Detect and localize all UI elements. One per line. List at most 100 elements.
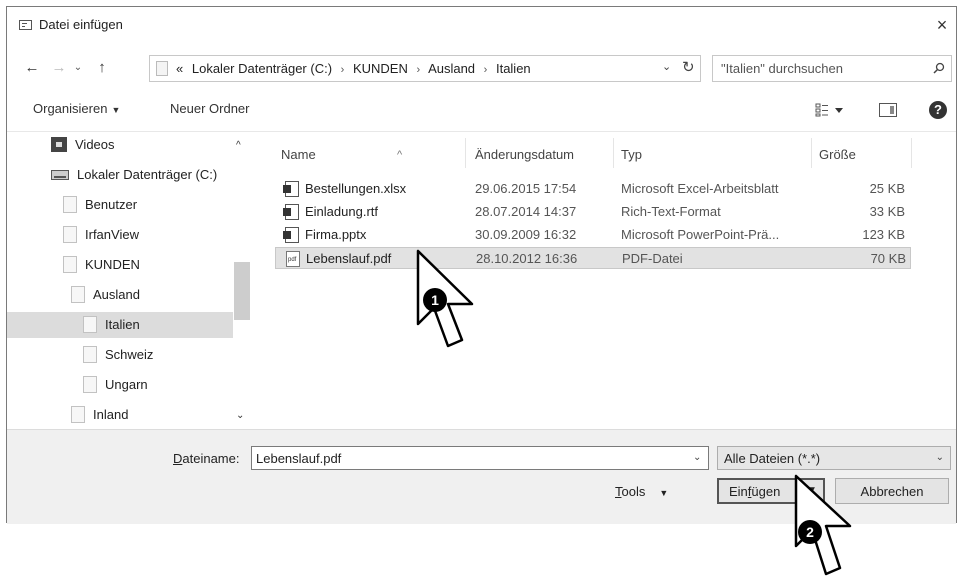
file-modified: 29.06.2015 17:54: [475, 181, 577, 196]
video-icon: [51, 137, 67, 153]
column-header-size[interactable]: Größe: [819, 142, 856, 168]
dialog-title: Datei einfügen: [39, 17, 123, 32]
sidebar-item-label: Benutzer: [85, 197, 138, 212]
column-divider[interactable]: [811, 138, 812, 168]
sidebar-item-schweiz[interactable]: Schweiz: [83, 342, 223, 368]
folder-icon: [63, 256, 77, 274]
folder-icon: [63, 196, 77, 214]
file-row-einladung[interactable]: Einladung.rtf 28.07.2014 14:37 Rich-Text…: [275, 201, 911, 223]
file-name: Firma.pptx: [305, 227, 367, 242]
file-size: 70 KB: [870, 251, 906, 266]
sidebar-item-label: Ungarn: [105, 377, 148, 392]
step-1-number: 1: [431, 292, 439, 308]
file-name: Einladung.rtf: [305, 204, 378, 219]
breadcrumb-kunden[interactable]: KUNDEN: [353, 61, 408, 76]
column-header-name[interactable]: Name ^: [281, 142, 402, 168]
scroll-up-icon[interactable]: ^: [236, 140, 241, 151]
column-header-label: Name: [281, 147, 316, 162]
up-arrow-icon[interactable]: ↑: [93, 57, 111, 79]
file-row-bestellungen[interactable]: Bestellungen.xlsx 29.06.2015 17:54 Micro…: [275, 178, 911, 200]
sidebar-item-inland[interactable]: Inland: [71, 402, 221, 428]
excel-file-icon: [283, 181, 299, 197]
breadcrumb-separator-icon[interactable]: ›: [336, 64, 350, 76]
file-type: PDF-Datei: [622, 251, 683, 266]
step-1-cursor-callout: 1: [416, 249, 474, 348]
file-row-firma[interactable]: Firma.pptx 30.09.2009 16:32 Microsoft Po…: [275, 224, 911, 246]
search-placeholder: "Italien" durchsuchen: [721, 61, 843, 76]
file-list: Name ^ Änderungsdatum Typ Größe Bestellun…: [255, 132, 956, 430]
sidebar-item-local-drive[interactable]: Lokaler Datenträger (C:): [51, 162, 233, 188]
search-icon[interactable]: [933, 62, 945, 74]
breadcrumb-separator-icon[interactable]: ›: [479, 64, 493, 76]
breadcrumb-ausland[interactable]: Ausland: [428, 61, 475, 76]
sidebar-item-ausland[interactable]: Ausland: [71, 282, 231, 308]
file-type-filter-select[interactable]: Alle Dateien (*.*) ⌄: [717, 446, 951, 470]
breadcrumb: « Lokaler Datenträger (C:) › KUNDEN › Au…: [176, 61, 531, 76]
chevron-down-icon: ▼: [659, 488, 669, 498]
step-2-number: 2: [806, 524, 814, 540]
column-divider[interactable]: [613, 138, 614, 168]
navigation-scrollbar[interactable]: ^ ⌄: [233, 132, 251, 430]
column-divider[interactable]: [911, 138, 912, 168]
folder-icon: [71, 406, 85, 424]
sidebar-item-irfanview[interactable]: IrfanView: [63, 222, 223, 248]
scroll-down-icon[interactable]: ⌄: [236, 410, 244, 421]
organize-label: Organisieren: [33, 101, 108, 116]
title-bar: Datei einfügen ×: [7, 7, 956, 43]
new-folder-button[interactable]: Neuer Ordner: [170, 101, 249, 116]
sidebar-item-italien[interactable]: Italien: [7, 312, 233, 338]
breadcrumb-overflow[interactable]: «: [176, 61, 183, 76]
file-row-lebenslauf[interactable]: Lebenslauf.pdf 28.10.2012 16:36 PDF-Date…: [275, 247, 911, 269]
refresh-icon[interactable]: ↻: [682, 58, 695, 76]
navigation-pane: Videos Lokaler Datenträger (C:) Benutzer…: [7, 132, 251, 430]
search-input[interactable]: "Italien" durchsuchen: [712, 55, 952, 82]
sidebar-item-label: KUNDEN: [85, 257, 140, 272]
sidebar-item-label: Ausland: [93, 287, 140, 302]
forward-arrow-icon[interactable]: →: [50, 57, 68, 79]
step-2-cursor-callout: 2: [794, 474, 852, 576]
file-type: Microsoft PowerPoint-Prä...: [621, 227, 780, 242]
breadcrumb-drive[interactable]: Lokaler Datenträger (C:): [192, 61, 332, 76]
address-bar[interactable]: « Lokaler Datenträger (C:) › KUNDEN › Au…: [149, 55, 701, 82]
pdf-file-icon: [286, 251, 300, 267]
file-modified: 30.09.2009 16:32: [475, 227, 577, 242]
change-view-icon[interactable]: [815, 103, 845, 117]
insert-label: Einfügen: [729, 484, 780, 499]
sort-ascending-icon: ^: [397, 149, 403, 161]
file-size: 25 KB: [869, 181, 905, 196]
organize-button[interactable]: Organisieren ▼: [33, 101, 120, 116]
recent-locations-chevron-icon[interactable]: ⌄: [71, 57, 85, 79]
folder-icon: [83, 316, 97, 334]
folder-icon: [71, 286, 85, 304]
folder-icon: [83, 346, 97, 364]
preview-pane-icon[interactable]: [879, 103, 897, 117]
sidebar-item-label: Inland: [93, 407, 129, 422]
column-header-type[interactable]: Typ: [621, 142, 642, 168]
command-toolbar: Organisieren ▼ Neuer Ordner ?: [7, 95, 956, 125]
sidebar-item-kunden[interactable]: KUNDEN: [63, 252, 223, 278]
drive-icon: [51, 169, 69, 180]
close-button[interactable]: ×: [928, 11, 956, 39]
sidebar-item-videos[interactable]: Videos: [51, 132, 231, 158]
breadcrumb-separator-icon[interactable]: ›: [411, 64, 425, 76]
column-divider[interactable]: [465, 138, 466, 168]
file-name: Bestellungen.xlsx: [305, 181, 407, 196]
scrollbar-thumb[interactable]: [234, 262, 250, 320]
insert-label-start: Ein: [729, 484, 748, 499]
file-size: 123 KB: [862, 227, 905, 242]
help-icon[interactable]: ?: [929, 101, 947, 119]
tools-button[interactable]: Tools ▼: [615, 484, 668, 499]
breadcrumb-italien[interactable]: Italien: [496, 61, 531, 76]
address-dropdown-chevron-icon[interactable]: ⌄: [662, 60, 671, 73]
column-header-modified[interactable]: Änderungsdatum: [475, 142, 574, 168]
file-type-filter-value: Alle Dateien (*.*): [724, 451, 821, 466]
sidebar-item-benutzer[interactable]: Benutzer: [63, 192, 223, 218]
chevron-down-icon: ⌄: [935, 452, 944, 463]
file-modified: 28.07.2014 14:37: [475, 204, 577, 219]
sidebar-item-ungarn[interactable]: Ungarn: [83, 372, 223, 398]
filename-input[interactable]: [251, 446, 709, 470]
folder-icon: [83, 376, 97, 394]
back-arrow-icon[interactable]: ←: [23, 57, 41, 79]
file-type: Rich-Text-Format: [621, 204, 721, 219]
address-folder-icon: [156, 61, 168, 76]
